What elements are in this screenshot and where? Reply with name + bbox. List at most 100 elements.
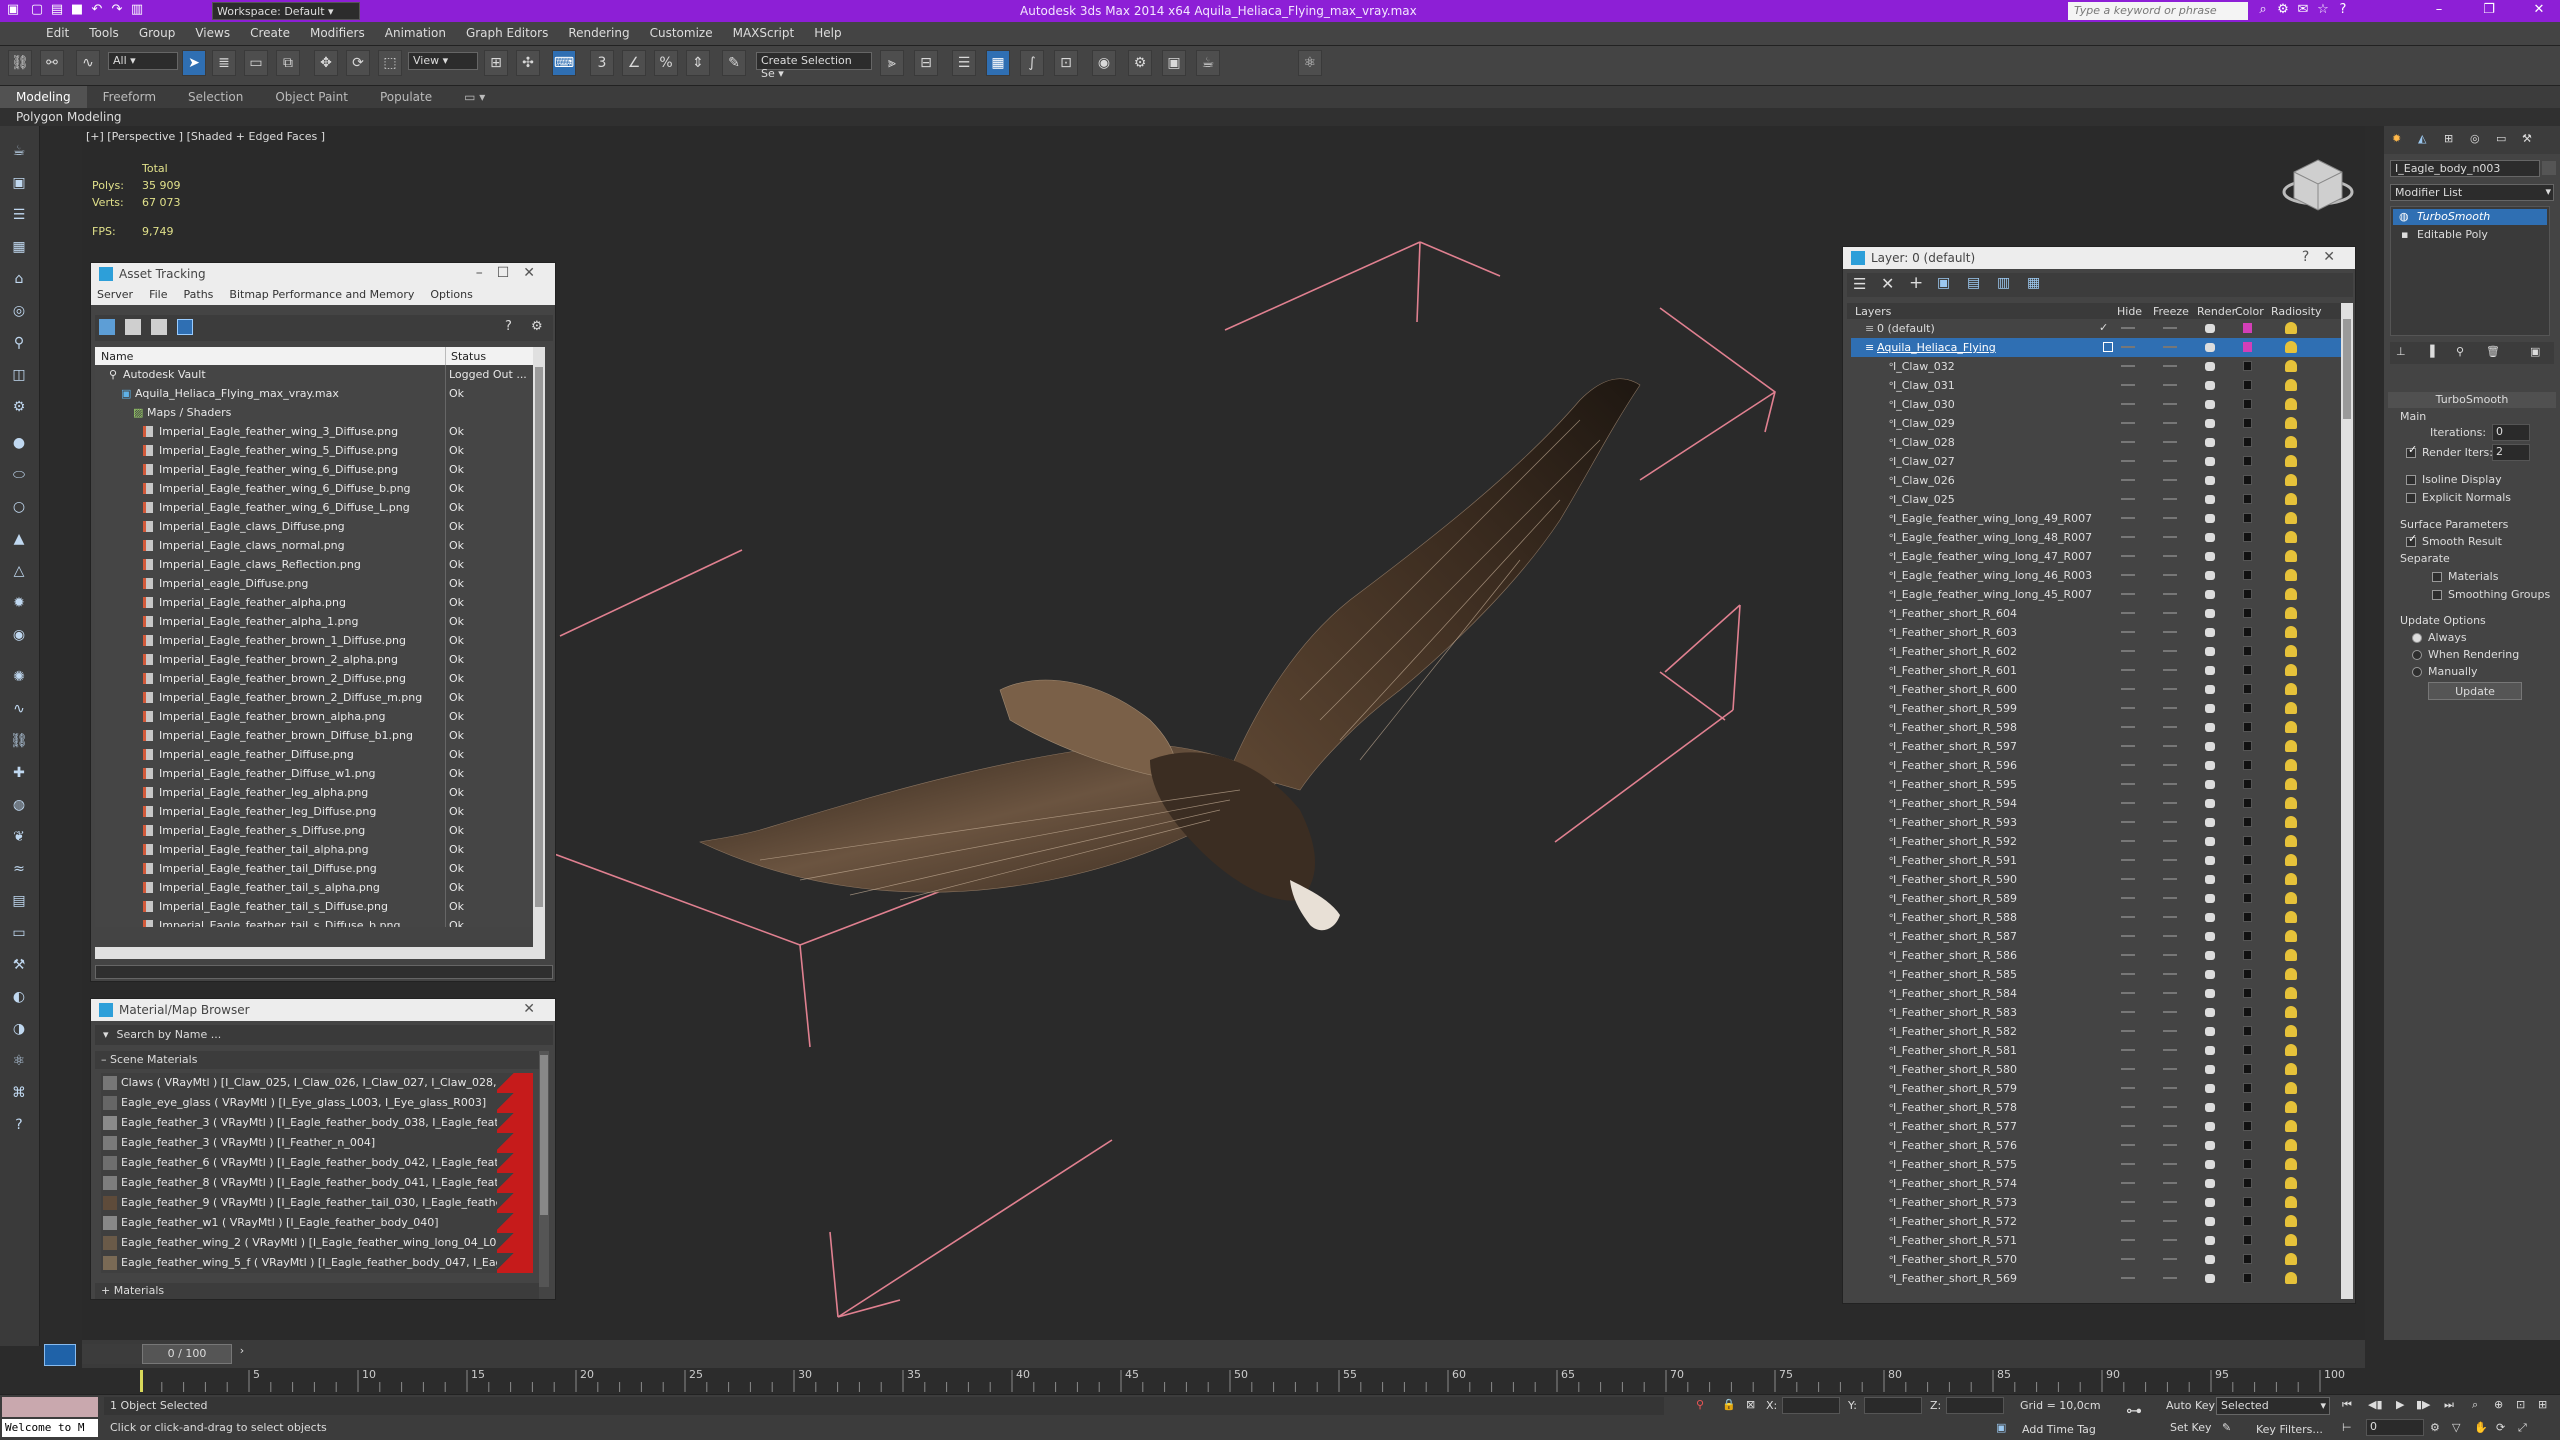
column-layers[interactable]: Layers xyxy=(1855,305,1891,318)
layer-object-row[interactable]: ⚬ I_Feather_short_R_586 xyxy=(1851,946,2341,965)
asset-row-file[interactable]: Imperial_Eagle_feather_leg_alpha.png Ok xyxy=(95,783,533,802)
layer-object-row[interactable]: ⚬ I_Feather_short_R_590 xyxy=(1851,870,2341,889)
radiosity-icon[interactable] xyxy=(2285,1177,2297,1189)
layer-object-row[interactable]: ⚬ I_Feather_short_R_585 xyxy=(1851,965,2341,984)
freeze-toggle[interactable] xyxy=(2163,631,2177,633)
material-item[interactable]: Eagle_feather_8 ( VRayMtl ) [I_Eagle_fea… xyxy=(101,1173,533,1193)
layer-object-row[interactable]: ⚬ I_Claw_025 xyxy=(1851,490,2341,509)
explicit-normals-checkbox[interactable] xyxy=(2406,493,2416,503)
freeze-toggle[interactable] xyxy=(2163,992,2177,994)
object-color-swatch[interactable] xyxy=(2243,950,2252,960)
zoom-extents-all-icon[interactable]: ⊞ xyxy=(2538,1398,2547,1411)
current-layer-check-icon[interactable]: ✓ xyxy=(2099,321,2108,334)
object-color-swatch[interactable] xyxy=(2243,589,2252,599)
freeze-unfreeze-all-icon[interactable]: ▦ xyxy=(2027,275,2040,291)
render-toggle-icon[interactable] xyxy=(2205,894,2215,903)
radiosity-icon[interactable] xyxy=(2285,759,2297,771)
render-toggle-icon[interactable] xyxy=(2205,666,2215,675)
layer-object-row[interactable]: ⚬ I_Feather_short_R_576 xyxy=(1851,1136,2341,1155)
hide-toggle[interactable] xyxy=(2121,1163,2135,1165)
materials-group[interactable]: + Materials xyxy=(95,1283,539,1299)
render-toggle-icon[interactable] xyxy=(2205,685,2215,694)
render-toggle-icon[interactable] xyxy=(2205,989,2215,998)
radiosity-icon[interactable] xyxy=(2285,987,2297,999)
layer-object-row[interactable]: ⚬ I_Claw_032 xyxy=(1851,357,2341,376)
object-color-swatch[interactable] xyxy=(2243,1083,2252,1093)
z-coordinate-field[interactable] xyxy=(1946,1397,2004,1414)
column-radiosity[interactable]: Radiosity xyxy=(2271,305,2322,318)
render-toggle-icon[interactable] xyxy=(2205,552,2215,561)
layer-object-row[interactable]: ⚬ I_Feather_short_R_573 xyxy=(1851,1193,2341,1212)
layer-object-row[interactable]: ⚬ I_Feather_short_R_591 xyxy=(1851,851,2341,870)
prev-key-icon[interactable]: ◀▮ xyxy=(2368,1398,2383,1411)
maximize-viewport-icon[interactable]: ⤢ xyxy=(2518,1421,2527,1435)
hide-toggle[interactable] xyxy=(2121,1182,2135,1184)
object-color-swatch[interactable] xyxy=(2243,1064,2252,1074)
hide-toggle[interactable] xyxy=(2121,1239,2135,1241)
render-toggle-icon[interactable] xyxy=(2205,723,2215,732)
hide-toggle[interactable] xyxy=(2121,859,2135,861)
create-tab-icon[interactable]: ✹ xyxy=(2392,132,2401,145)
hide-toggle[interactable] xyxy=(2121,916,2135,918)
column-hide[interactable]: Hide xyxy=(2117,305,2142,318)
hide-toggle[interactable] xyxy=(2121,422,2135,424)
layer-row-active[interactable]: ≡ Aquila_Heliaca_Flying xyxy=(1851,338,2341,357)
radiosity-icon[interactable] xyxy=(2285,721,2297,733)
render-toggle-icon[interactable] xyxy=(2205,1103,2215,1112)
layer-object-row[interactable]: ⚬ I_Claw_029 xyxy=(1851,414,2341,433)
hide-toggle[interactable] xyxy=(2121,593,2135,595)
radiosity-icon[interactable] xyxy=(2285,949,2297,961)
render-toggle-icon[interactable] xyxy=(2205,1084,2215,1093)
tree-view-icon[interactable] xyxy=(177,319,193,335)
hide-toggle[interactable] xyxy=(2121,1258,2135,1260)
select-objects-icon[interactable]: ▣ xyxy=(1937,275,1950,291)
scrollbar-thumb[interactable] xyxy=(535,367,543,907)
hide-toggle[interactable] xyxy=(2121,536,2135,538)
radiosity-icon[interactable] xyxy=(2285,778,2297,790)
freeze-toggle[interactable] xyxy=(2163,878,2177,880)
column-status[interactable]: Status xyxy=(451,350,486,363)
key-mode-dropdown[interactable]: Selected ▾ xyxy=(2216,1397,2330,1415)
radiosity-icon[interactable] xyxy=(2285,417,2297,429)
add-to-layer-icon[interactable]: + xyxy=(1909,273,1923,293)
pan-icon[interactable]: ✋ xyxy=(2474,1421,2488,1434)
freeze-toggle[interactable] xyxy=(2163,1258,2177,1260)
freeze-toggle[interactable] xyxy=(2163,802,2177,804)
menu-file[interactable]: File xyxy=(149,288,167,301)
layer-object-row[interactable]: ⚬ I_Feather_short_R_584 xyxy=(1851,984,2341,1003)
zoom-all-icon[interactable]: ⊕ xyxy=(2494,1398,2503,1411)
prev-frame-icon[interactable] xyxy=(82,1344,142,1364)
render-toggle-icon[interactable] xyxy=(2205,381,2215,390)
hide-toggle[interactable] xyxy=(2121,574,2135,576)
render-toggle-icon[interactable] xyxy=(2205,875,2215,884)
eagle-model[interactable] xyxy=(699,378,1641,931)
layer-list-scrollbar[interactable] xyxy=(2341,303,2353,1299)
hide-toggle[interactable] xyxy=(2121,935,2135,937)
auto-key-button[interactable]: Auto Key xyxy=(2166,1399,2215,1412)
render-toggle-icon[interactable] xyxy=(2205,457,2215,466)
freeze-toggle[interactable] xyxy=(2163,897,2177,899)
material-item[interactable]: Eagle_feather_3 ( VRayMtl ) [I_Feather_n… xyxy=(101,1133,533,1153)
hide-toggle[interactable] xyxy=(2121,517,2135,519)
radiosity-icon[interactable] xyxy=(2285,360,2297,372)
radiosity-icon[interactable] xyxy=(2285,645,2297,657)
iterations-spinner[interactable]: 0 xyxy=(2492,424,2530,441)
render-toggle-icon[interactable] xyxy=(2205,1008,2215,1017)
asset-row-file[interactable]: Imperial_Eagle_feather_brown_Diffuse_b1.… xyxy=(95,726,533,745)
asset-row-file[interactable]: Imperial_Eagle_feather_wing_5_Diffuse.pn… xyxy=(95,441,533,460)
freeze-toggle[interactable] xyxy=(2163,1201,2177,1203)
radiosity-icon[interactable] xyxy=(2285,607,2297,619)
material-item[interactable]: Eagle_feather_w1 ( VRayMtl ) [I_Eagle_fe… xyxy=(101,1213,533,1233)
hide-toggle[interactable] xyxy=(2121,821,2135,823)
freeze-toggle[interactable] xyxy=(2163,517,2177,519)
radiosity-icon[interactable] xyxy=(2285,1025,2297,1037)
render-toggle-icon[interactable] xyxy=(2205,495,2215,504)
object-color-swatch[interactable] xyxy=(2243,912,2252,922)
hide-toggle[interactable] xyxy=(2121,384,2135,386)
render-toggle-icon[interactable] xyxy=(2205,1160,2215,1169)
render-toggle-icon[interactable] xyxy=(2205,476,2215,485)
material-item[interactable]: Claws ( VRayMtl ) [I_Claw_025, I_Claw_02… xyxy=(101,1073,533,1093)
viewport-label[interactable]: [+] [Perspective ] [Shaded + Edged Faces… xyxy=(86,130,325,143)
object-color-swatch[interactable] xyxy=(2243,475,2252,485)
render-toggle-icon[interactable] xyxy=(2205,932,2215,941)
